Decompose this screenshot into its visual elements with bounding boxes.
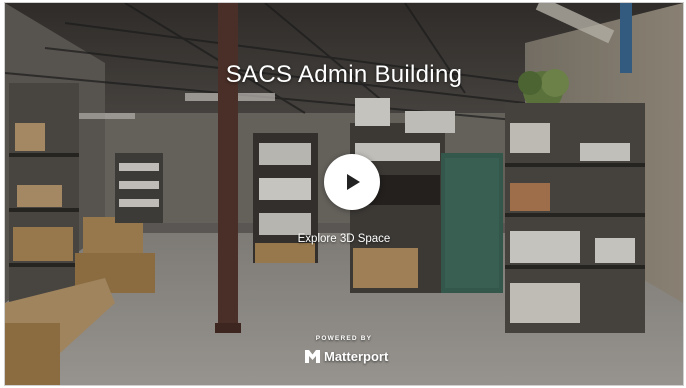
brand-name: Matterport [324,348,389,364]
space-title: SACS Admin Building [225,61,463,88]
powered-by-label: POWERED BY [315,335,373,342]
matterport-brand-link[interactable]: Matterport [305,347,388,365]
play-icon [347,174,360,190]
matterport-logo-icon [305,349,320,363]
explore-3d-label: Explore 3D Space [297,233,391,245]
matterport-viewer[interactable]: SACS Admin Building Explore 3D Space POW… [4,2,684,386]
play-button[interactable] [324,154,380,210]
